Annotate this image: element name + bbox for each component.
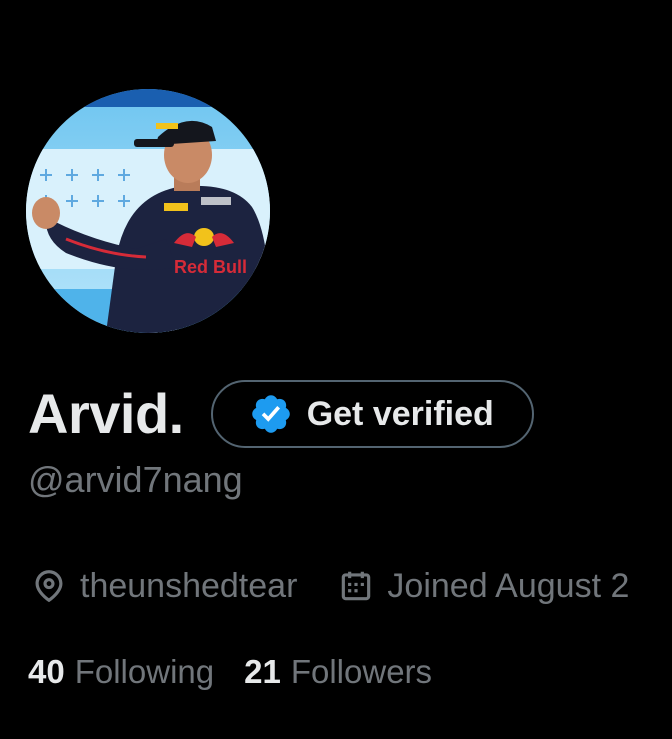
name-row: Arvid. Get verified [28, 378, 534, 450]
location-item: theunshedtear [30, 567, 297, 605]
display-name: Arvid. [28, 382, 184, 445]
profile-meta: theunshedtear Joined August 2 [30, 562, 672, 610]
get-verified-label: Get verified [306, 395, 494, 433]
avatar-photo: Red Bull [26, 89, 270, 333]
followers-label: Followers [290, 653, 433, 690]
location-text: theunshedtear [80, 567, 298, 605]
followers-count: 21 [244, 653, 281, 690]
location-pin-icon [30, 567, 68, 605]
joined-text: Joined August 2 [387, 567, 630, 605]
following-label: Following [74, 653, 215, 690]
calendar-icon [337, 567, 375, 605]
verified-badge-icon [249, 392, 293, 436]
user-handle: @arvid7nang [28, 459, 243, 500]
followers-link[interactable]: 21 Followers [244, 653, 432, 691]
joined-item: Joined August 2 [337, 567, 629, 605]
following-link[interactable]: 40 Following [28, 653, 214, 691]
following-count: 40 [28, 653, 65, 690]
profile-avatar[interactable]: Red Bull [26, 89, 270, 333]
follow-stats: 40 Following 21 Followers [28, 650, 432, 694]
svg-text:Red Bull: Red Bull [174, 257, 247, 277]
get-verified-button[interactable]: Get verified [210, 380, 534, 448]
